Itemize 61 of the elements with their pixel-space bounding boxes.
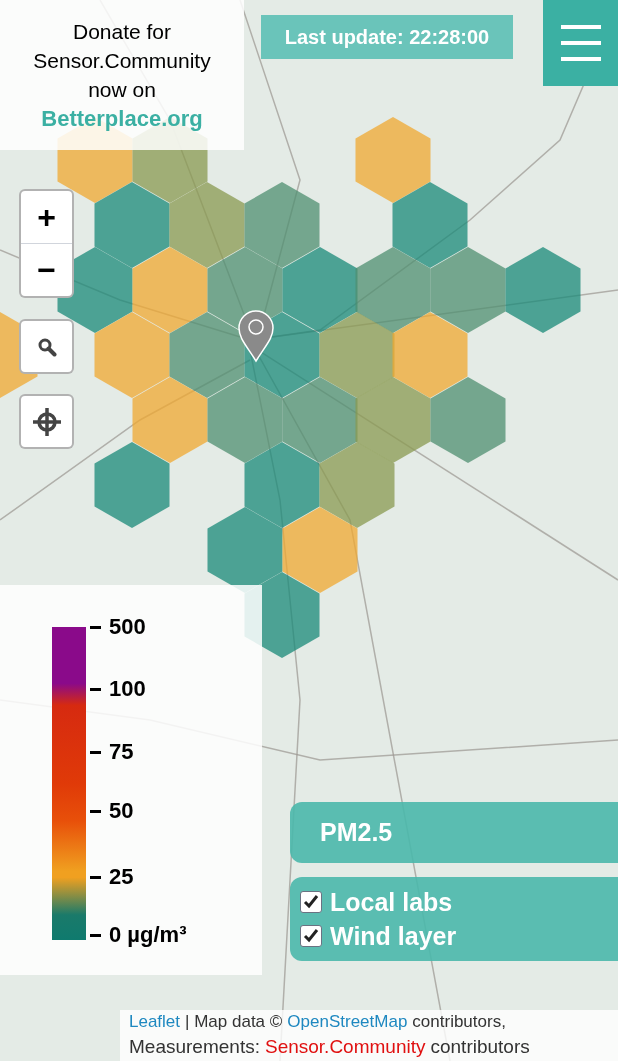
layer-checkbox[interactable] — [300, 925, 322, 947]
hexagon-cell[interactable] — [169, 182, 245, 268]
hexagon-cell[interactable] — [355, 117, 431, 203]
hexagon-cell[interactable] — [319, 442, 395, 528]
scale-tick-label: 500 — [109, 614, 146, 640]
tick-mark — [90, 810, 101, 813]
tick-mark — [90, 751, 101, 754]
layer-label[interactable]: Wind layer — [330, 921, 457, 951]
hexagon-cell[interactable] — [282, 247, 358, 333]
layer-checkbox[interactable] — [300, 891, 322, 913]
hexagon-cell[interactable] — [430, 247, 506, 333]
donate-text: now on — [88, 77, 156, 103]
donate-link[interactable]: Betterplace.org — [41, 104, 203, 133]
hexagon-cell[interactable] — [282, 507, 358, 593]
hexagon-cell[interactable] — [505, 247, 581, 333]
hexagon-cell[interactable] — [207, 377, 283, 463]
tick-mark — [90, 876, 101, 879]
hexagon-cell[interactable] — [132, 247, 208, 333]
pollutant-selector[interactable]: PM2.5 — [290, 802, 618, 863]
hexagon-cell[interactable] — [132, 377, 208, 463]
hexagon-cell[interactable] — [430, 377, 506, 463]
search-button[interactable] — [19, 319, 74, 374]
layer-label[interactable]: Local labs — [330, 887, 453, 917]
hexagon-cell[interactable] — [244, 182, 320, 268]
last-update-label: Last update: 22:28:00 — [261, 15, 513, 59]
attribution-text: Measurements: — [129, 1035, 260, 1059]
hexagon-cell[interactable] — [94, 312, 170, 398]
scale-tick-label: 75 — [109, 739, 134, 765]
attribution-link[interactable]: Leaflet — [129, 1010, 181, 1034]
zoom-out-button[interactable]: − — [21, 244, 72, 296]
map-marker-icon[interactable] — [238, 310, 274, 362]
attribution-text: | Map data © — [185, 1011, 283, 1033]
hexagon-cell[interactable] — [355, 377, 431, 463]
hexagon-cell[interactable] — [392, 312, 468, 398]
tick-mark — [90, 688, 101, 691]
attribution-text: contributors, — [412, 1011, 506, 1033]
crosshair-icon — [31, 406, 62, 437]
scale-tick-label: 100 — [109, 676, 146, 702]
scale-tick-label: 50 — [109, 798, 134, 824]
hexagon-cell[interactable] — [169, 312, 245, 398]
donate-text: Sensor.Community — [33, 48, 211, 74]
attribution-link[interactable]: Sensor.Community — [264, 1034, 426, 1060]
hexagon-cell[interactable] — [355, 247, 431, 333]
zoom-in-button[interactable]: + — [21, 191, 72, 244]
scale-tick-label: 0 µg/m³ — [109, 922, 187, 948]
menu-button[interactable] — [543, 0, 618, 86]
hexagon-cell[interactable] — [244, 442, 320, 528]
scale-tick-label: 25 — [109, 864, 134, 890]
tick-mark — [90, 626, 101, 629]
attribution-text: contributors — [430, 1035, 530, 1059]
hexagon-cell[interactable] — [319, 312, 395, 398]
search-icon — [36, 336, 57, 357]
donate-text: Donate for — [72, 19, 172, 45]
locate-button[interactable] — [19, 394, 74, 449]
hexagon-cell[interactable] — [392, 182, 468, 268]
hexagon-cell[interactable] — [94, 442, 170, 528]
hexagon-cell[interactable] — [282, 377, 358, 463]
hexagon-cell[interactable] — [94, 182, 170, 268]
tick-mark — [90, 934, 101, 937]
menu-icon — [560, 24, 601, 62]
attribution-link[interactable]: OpenStreetMap — [287, 1010, 408, 1034]
